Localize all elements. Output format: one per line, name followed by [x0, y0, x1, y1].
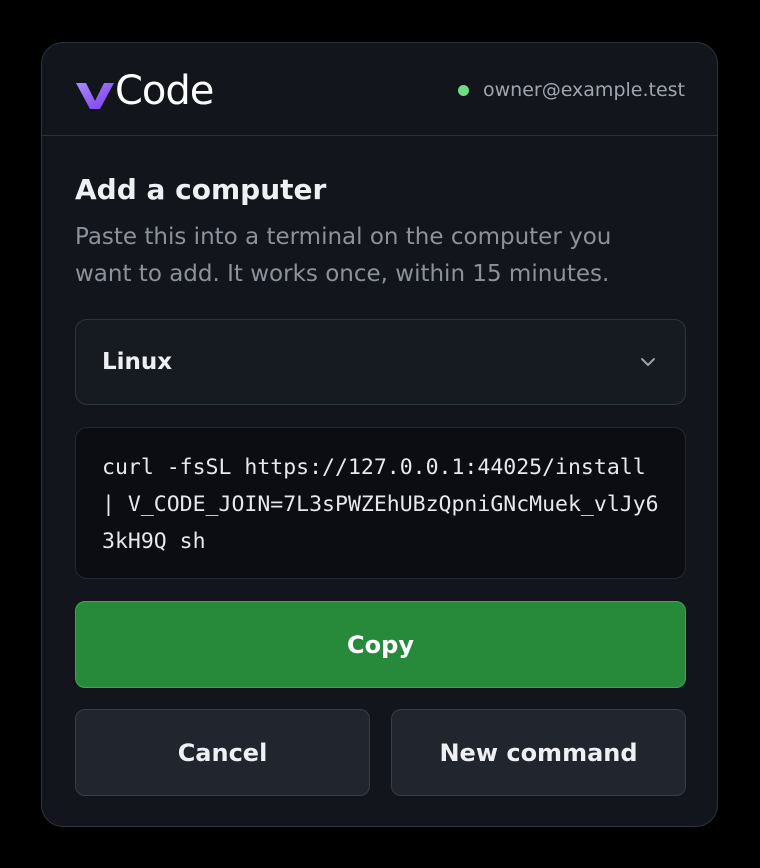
copy-button-label: Copy: [347, 630, 414, 659]
add-computer-dialog: Code owner@example.test Add a computer P…: [41, 42, 718, 827]
cancel-button[interactable]: Cancel: [75, 709, 370, 796]
chevron-down-icon: [641, 358, 655, 366]
os-select[interactable]: Linux: [75, 319, 686, 405]
brand-name: Code: [115, 68, 214, 114]
command-box[interactable]: curl -fsSL https://127.0.0.1:44025/insta…: [75, 427, 686, 579]
vcode-logo: Code: [74, 67, 214, 115]
dialog-title: Add a computer: [75, 173, 327, 206]
dialog-header: Code owner@example.test: [42, 43, 717, 136]
online-status-icon: [457, 84, 469, 96]
account-indicator: owner@example.test: [457, 77, 685, 103]
install-command-text[interactable]: curl -fsSL https://127.0.0.1:44025/insta…: [102, 449, 659, 560]
new-command-button-label: New command: [439, 738, 638, 767]
copy-button[interactable]: Copy: [75, 601, 686, 688]
account-email: owner@example.test: [482, 79, 685, 101]
new-command-button[interactable]: New command: [391, 709, 686, 796]
os-select-value: Linux: [102, 349, 173, 375]
dialog-description: Paste this into a terminal on the comput…: [75, 224, 612, 287]
cancel-button-label: Cancel: [177, 738, 268, 767]
v-logo-icon: [76, 83, 114, 109]
